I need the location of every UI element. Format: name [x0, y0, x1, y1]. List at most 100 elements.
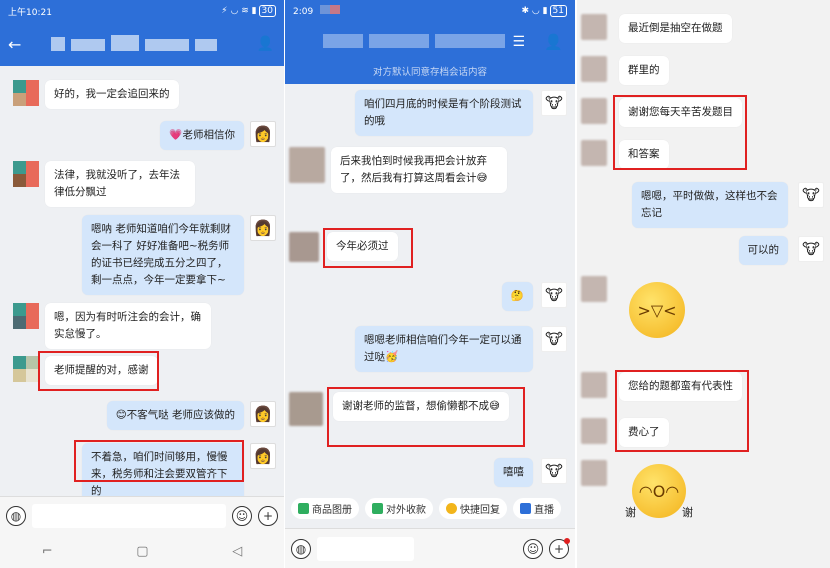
avatar — [581, 140, 607, 166]
laughing-sticker: >▽< — [629, 282, 685, 338]
message-bubble: 最近倒是抽空在做题 — [619, 14, 732, 43]
profile-icon[interactable]: 👤 — [544, 33, 563, 51]
message-bubble: 嗯，因为有时听注会的会计，确实怠慢了。 — [45, 303, 211, 349]
message-bubble: 今年必须过 — [327, 232, 398, 261]
message-left: 好的，我一定会追回来的 — [13, 80, 179, 109]
input-bar: ◍ ☺ + — [0, 496, 284, 534]
message-bubble: 咱们四月底的时候是有个阶段测试的哦 — [355, 90, 533, 136]
message-bubble: 嗯嗯老师相信咱们今年一定可以通过哒🥳 — [355, 326, 533, 372]
message-left: 群里的 — [581, 56, 669, 85]
contact-name — [323, 33, 511, 51]
emoji-icon[interactable]: ☺ — [232, 505, 252, 526]
product-album-button[interactable]: 商品图册 — [291, 497, 359, 519]
agent-avatar: 🐮 — [541, 90, 567, 116]
message-right: 👩 嗯呐 老师知道咱们今年就剩财会一科了 好好准备吧~税务师的证书已经完成五分之… — [82, 215, 276, 295]
voice-icon[interactable]: ◍ — [6, 505, 26, 526]
message-bubble: 老师提醒的对，感谢 — [45, 356, 158, 385]
recent-apps-icon[interactable]: ⌐ — [42, 544, 53, 559]
plus-icon[interactable]: + — [258, 505, 278, 526]
message-left — [581, 276, 607, 302]
message-right: 🐮 🤔 — [501, 282, 567, 311]
message-bubble: 可以的 — [738, 236, 788, 265]
emoji-icon[interactable]: ☺ — [523, 538, 543, 559]
payment-icon — [372, 502, 383, 514]
avatar — [581, 14, 607, 40]
system-nav-bar: ⌐ ▢ ◁ — [0, 534, 284, 568]
status-bar: 2:09 ✱ ◡ ▮ 51 — [285, 0, 575, 22]
message-bubble: 好的，我一定会追回来的 — [45, 80, 179, 109]
message-right: 🐮 可以的 — [738, 236, 824, 265]
quick-reply-button[interactable]: 快捷回复 — [439, 497, 507, 519]
message-right: 🐮 嗯嗯，平时做做，这样也不会忘记 — [632, 182, 824, 228]
agent-avatar: 🐮 — [798, 236, 824, 262]
message-left: 老师提醒的对，感谢 — [13, 356, 158, 385]
message-bubble: 嗯嗯，平时做做，这样也不会忘记 — [632, 182, 788, 228]
battery-indicator: ✱ ◡ ▮ 51 — [521, 5, 567, 17]
input-bar: ◍ ☺ + — [285, 528, 575, 568]
message-left: 最近倒是抽空在做题 — [581, 14, 732, 43]
avatar — [13, 303, 39, 329]
message-bubble: 嘻嘻 — [494, 458, 533, 487]
message-left: 费心了 — [581, 418, 669, 447]
contact-name — [51, 34, 223, 54]
avatar — [13, 356, 39, 382]
avatar — [289, 392, 323, 426]
chat-panel-3: 最近倒是抽空在做题 群里的 谢谢您每天辛苦发题目 和答案 🐮 嗯嗯，平时做做，这… — [577, 0, 830, 568]
header: 上午10:21 ⚡ ◡ ≋ ▮ 30 ← 👤 — [0, 0, 284, 66]
app-bar: ← 👤 — [0, 22, 284, 66]
message-bubble: 和答案 — [619, 140, 669, 169]
teacher-avatar: 👩 — [250, 121, 276, 147]
message-left: 法律，我就没听了，去年法律低分飘过 — [13, 161, 195, 207]
message-left: 您给的题都蛮有代表性 — [581, 372, 742, 401]
chat-panel-1: 上午10:21 ⚡ ◡ ≋ ▮ 30 ← 👤 好的，我一定会追回来的 👩 💗老师相… — [0, 0, 284, 568]
live-icon — [520, 502, 531, 514]
message-input[interactable] — [32, 503, 226, 528]
avatar — [581, 372, 607, 398]
avatar — [289, 232, 319, 262]
status-time: 2:09 — [293, 5, 346, 17]
home-icon[interactable]: ▢ — [136, 544, 148, 559]
avatar — [581, 98, 607, 124]
back-arrow-icon[interactable]: ← — [8, 35, 21, 54]
status-bar: 上午10:21 ⚡ ◡ ≋ ▮ 30 — [0, 0, 284, 22]
avatar — [13, 80, 39, 106]
sticker-caption: 谢 — [682, 506, 693, 519]
album-icon — [298, 502, 309, 514]
reply-icon — [446, 502, 457, 514]
thank-you-sticker: ◠O◠ 谢 谢 — [625, 464, 693, 524]
sticker-face-icon: ◠O◠ — [632, 464, 686, 518]
message-right: 🐮 嘻嘻 — [494, 458, 567, 487]
menu-icon[interactable]: ☰ — [512, 34, 525, 50]
avatar — [289, 147, 325, 183]
message-left: 和答案 — [581, 140, 669, 169]
avatar — [13, 161, 39, 187]
message-right: 👩 💗老师相信你 — [160, 121, 276, 150]
quick-actions-bar: 商品图册 对外收款 快捷回复 直播 — [285, 494, 575, 522]
message-bubble: 法律，我就没听了，去年法律低分飘过 — [45, 161, 195, 207]
message-bubble: 谢谢老师的监督，想偷懒都不成😅 — [333, 392, 509, 421]
back-icon[interactable]: ◁ — [232, 544, 242, 559]
status-time: 上午10:21 — [8, 7, 52, 18]
agent-avatar: 🐮 — [798, 182, 824, 208]
voice-icon[interactable]: ◍ — [291, 538, 311, 559]
message-bubble: 💗老师相信你 — [160, 121, 244, 150]
message-bubble: 后来我怕到时候我再把会计放弃了，然后我有打算这周看会计😅 — [331, 147, 507, 193]
message-input[interactable] — [317, 536, 414, 561]
teacher-avatar: 👩 — [250, 215, 276, 241]
profile-icon[interactable]: 👤 — [257, 36, 274, 52]
archive-notice: 对方默认同意存档会话内容 — [372, 67, 487, 78]
notification-dot — [564, 537, 570, 544]
message-left: 今年必须过 — [289, 232, 398, 262]
external-payment-button[interactable]: 对外收款 — [365, 497, 433, 519]
agent-avatar: 🐮 — [541, 326, 567, 352]
plus-icon[interactable]: + — [549, 537, 570, 559]
live-button[interactable]: 直播 — [513, 497, 561, 519]
sticker-caption: 谢 — [625, 506, 636, 519]
message-right: 🐮 咱们四月底的时候是有个阶段测试的哦 — [355, 90, 567, 136]
avatar — [581, 460, 607, 486]
teacher-avatar: 👩 — [250, 443, 276, 469]
agent-avatar: 🐮 — [541, 458, 567, 484]
message-left: 后来我怕到时候我再把会计放弃了，然后我有打算这周看会计😅 — [289, 147, 507, 193]
avatar — [581, 276, 607, 302]
message-bubble: 嗯呐 老师知道咱们今年就剩财会一科了 好好准备吧~税务师的证书已经完成五分之四了… — [82, 215, 244, 295]
